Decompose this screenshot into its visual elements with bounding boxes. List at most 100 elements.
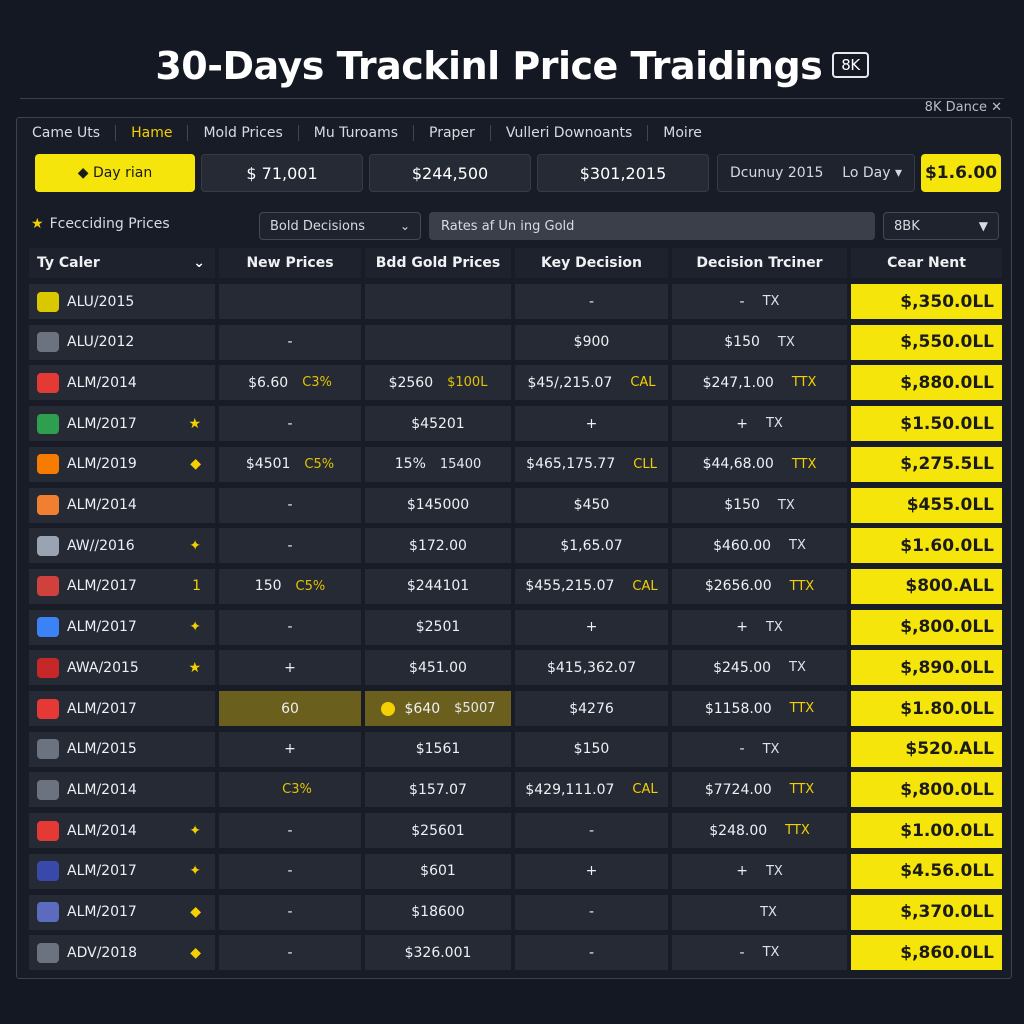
change-percent: C5% — [295, 578, 326, 594]
new-price-cell: + — [219, 731, 361, 767]
period-selector[interactable]: Dcunuy 2015 Lo Day ▾ — [717, 154, 915, 192]
decision-trainer-cell: $44,68.00 TTX — [672, 446, 847, 482]
flag-icon — [37, 617, 59, 638]
row-name-cell: ALM/2014 — [29, 487, 215, 523]
summary-value-3: $301,2015 — [537, 154, 709, 192]
current-value-cell: $,800.0LL — [851, 772, 1002, 808]
gold-price-cell: $640 $5007 — [365, 691, 511, 726]
column-header-0[interactable]: Ty Caler ⌄ — [29, 248, 215, 278]
gold-price-cell: $172.00 — [365, 528, 511, 564]
trainer-value: $2656.00 — [704, 578, 772, 595]
gold-price-cell: $157.07 — [365, 772, 511, 808]
row-name: ALM/2017 — [67, 904, 137, 920]
row-mark-icon: 1 — [192, 578, 201, 595]
column-header-3[interactable]: Key Decision — [515, 248, 668, 278]
decisions-dropdown[interactable]: Bold Decisions ⌄ — [259, 212, 421, 240]
summary-row: ◆ Day rian $ 71,001 $244,500 $301,2015 D… — [17, 154, 1011, 194]
key-decision-cell: + — [515, 609, 668, 645]
gold-price-cell: $1561 — [365, 731, 511, 767]
row-name: ALM/2014 — [67, 497, 137, 513]
day-plan-button[interactable]: ◆ Day rian — [35, 154, 195, 192]
row-name-cell: ALM/2017 ★ — [29, 406, 215, 442]
key-decision-cell: - — [515, 813, 668, 849]
new-price-cell: $6.60 C3% — [219, 365, 361, 401]
period-label: Dcunuy 2015 — [730, 165, 824, 181]
total-value: $1.6.00 — [921, 154, 1001, 192]
gold-price: $244101 — [406, 578, 470, 595]
nav-item-1[interactable]: Hame — [116, 125, 189, 141]
row-name: ALM/2017 — [67, 619, 137, 636]
trainer-value: $7724.00 — [704, 781, 772, 798]
decision-trainer-cell: $150 TX — [672, 487, 847, 523]
row-mark-icon: ✦ — [189, 863, 201, 880]
row-name: ALM/2017 — [67, 578, 137, 595]
row-name-cell: ALM/2019 ◆ — [29, 446, 215, 482]
flag-icon — [37, 535, 59, 556]
chevron-down-icon: ⌄ — [399, 219, 410, 233]
key-decision-cell: $455,215.07 CAL — [515, 568, 668, 604]
nav-item-3[interactable]: Mu Turoams — [299, 125, 415, 141]
corner-note[interactable]: 8K Dance ✕ — [925, 100, 1002, 115]
new-price-cell: - — [219, 813, 361, 849]
nav-item-2[interactable]: Mold Prices — [188, 125, 299, 141]
nav-item-5[interactable]: Vulleri Downoants — [491, 125, 649, 141]
trainer-value: $150 — [724, 334, 760, 351]
chevron-down-icon[interactable]: ⌄ — [193, 255, 205, 271]
trainer-value: $247,1.00 — [702, 374, 774, 391]
nav-item-4[interactable]: Praper — [414, 125, 491, 141]
key-decision-cell: - — [515, 935, 668, 971]
row-name-cell: ALM/2017 ◆ — [29, 894, 215, 930]
gold-price: $601 — [420, 863, 456, 880]
change-percent: C3% — [302, 375, 332, 391]
period-select[interactable]: Lo Day ▾ — [842, 165, 902, 181]
trainer-value: - — [739, 293, 745, 310]
trainer-value: $44,68.00 — [702, 456, 774, 473]
change-percent: C5% — [304, 456, 335, 472]
trainer-value: $150 — [724, 497, 760, 513]
row-name-cell: ALU/2012 — [29, 324, 215, 360]
column-header-2[interactable]: Bdd Gold Prices — [365, 248, 511, 278]
decision-trainer-cell: $245.00 TX — [672, 650, 847, 686]
key-decision-cell: $150 — [515, 731, 668, 767]
search-input[interactable]: Rates af Un ing Gold — [429, 212, 875, 240]
trainer-value: $245.00 — [713, 659, 772, 676]
row-name-cell: ALU/2015 — [29, 284, 215, 319]
filter-row: ★ Fcecciding Prices Bold Decisions ⌄ Rates… — [17, 210, 1011, 242]
new-price-cell: $4501 C5% — [219, 446, 361, 482]
change-percent: C3% — [282, 782, 312, 798]
nav-item-0[interactable]: Came Uts — [17, 125, 117, 141]
flag-icon — [37, 332, 59, 353]
current-value-cell: $,890.0LL — [851, 650, 1002, 686]
row-name-cell: ALM/2017 1 — [29, 568, 215, 604]
flag-icon — [37, 942, 59, 963]
trainer-value: $248.00 — [709, 822, 768, 839]
flag-icon — [37, 902, 59, 922]
row-mark-icon: ◆ — [190, 944, 201, 961]
gold-price: $157.07 — [409, 781, 467, 798]
column-header-1[interactable]: New Prices — [219, 248, 361, 278]
gold-price-cell: $2560 $100L — [365, 365, 511, 401]
flag-icon — [37, 698, 59, 719]
row-name: ALM/2017 — [67, 700, 137, 717]
flag-icon — [37, 454, 59, 475]
current-value-cell: $,880.0LL — [851, 365, 1002, 401]
trainer-code: TX — [777, 334, 795, 350]
row-name-cell: ALM/2015 — [29, 731, 215, 767]
new-price-cell: 60 — [219, 691, 361, 726]
gold-price-cell: 15% 15400 — [365, 446, 511, 482]
current-value-cell: $520.ALL — [851, 731, 1002, 767]
row-mark-icon: ✦ — [189, 537, 201, 554]
new-price-cell: - — [219, 853, 361, 889]
column-header-4[interactable]: Decision Trciner — [672, 248, 847, 278]
column-header-5[interactable]: Cear Nent — [851, 248, 1002, 278]
page-title: 30-Days Trackinl Price Traidings 8K — [0, 44, 1024, 88]
row-name-cell: AW//2016 ✦ — [29, 528, 215, 564]
quality-dropdown[interactable]: 8BK ▼ — [883, 212, 999, 240]
decision-trainer-cell: $247,1.00 TTX — [672, 365, 847, 401]
new-price-cell: C3% — [219, 772, 361, 808]
nav-item-6[interactable]: Moire — [648, 125, 717, 141]
current-value-cell: $,370.0LL — [851, 894, 1002, 930]
new-price-cell: - — [219, 487, 361, 523]
trainer-code: TX — [762, 945, 780, 961]
row-name: AW//2016 — [67, 537, 135, 554]
